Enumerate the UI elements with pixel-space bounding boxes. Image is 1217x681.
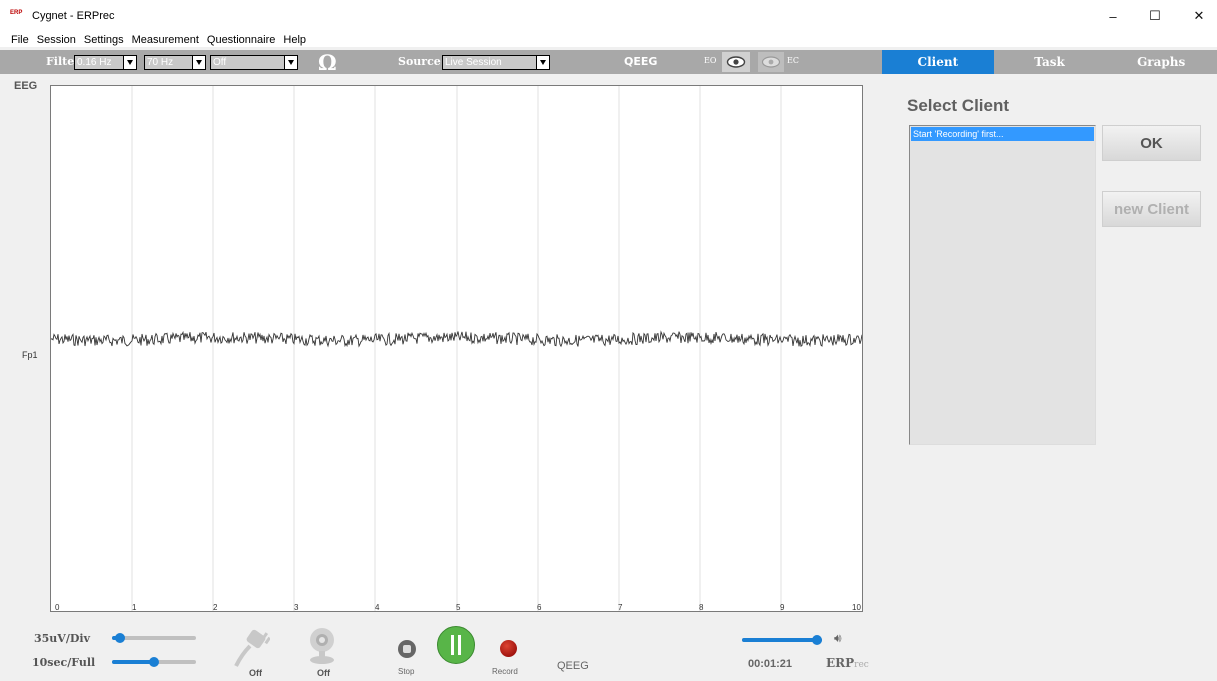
- chevron-down-icon: [536, 56, 549, 69]
- notch-filter-value: Off: [213, 57, 227, 68]
- title-bar: ERP Cygnet - ERPrec – ☐ ✕: [0, 0, 1217, 32]
- menu-session[interactable]: Session: [33, 34, 80, 46]
- filter-low-value: 0.16 Hz: [77, 57, 112, 68]
- eyes-closed-label: EC: [787, 56, 799, 65]
- time-scale-handle[interactable]: [149, 657, 159, 667]
- time-scale-slider[interactable]: [112, 657, 196, 667]
- eyes-open-eye-icon[interactable]: [722, 52, 750, 72]
- record-label: Record: [492, 667, 518, 676]
- time-tick: 0: [55, 603, 60, 612]
- source-value: Live Session: [445, 57, 502, 68]
- filter-high-select[interactable]: 70 Hz: [144, 55, 206, 70]
- pause-icon-bar: [458, 635, 461, 655]
- volume-slider[interactable]: [742, 635, 822, 645]
- stop-label: Stop: [398, 667, 415, 676]
- time-tick: 6: [537, 603, 542, 612]
- notch-filter-select[interactable]: Off: [210, 55, 298, 70]
- time-tick: 8: [699, 603, 704, 612]
- app-logo-icon: ERP: [10, 10, 23, 16]
- menu-measurement[interactable]: Measurement: [128, 34, 203, 46]
- toolbar: Filter 0.16 Hz 70 Hz Off Ω Source Live S…: [0, 50, 882, 75]
- filter-high-value: 70 Hz: [147, 57, 174, 68]
- amplifier-plug-icon[interactable]: [234, 628, 271, 673]
- panel-tabs: Client Task Graphs: [882, 50, 1217, 74]
- eeg-trace-canvas: [50, 86, 863, 611]
- amplitude-scale-slider[interactable]: [112, 633, 196, 643]
- brand-sub: rec: [854, 660, 869, 670]
- menu-questionnaire[interactable]: Questionnaire: [203, 34, 280, 46]
- tab-graphs[interactable]: Graphs: [1105, 50, 1217, 74]
- stop-button[interactable]: [398, 640, 416, 658]
- menu-settings[interactable]: Settings: [80, 34, 128, 46]
- source-label: Source: [398, 55, 441, 68]
- pause-button[interactable]: [437, 626, 475, 664]
- new-client-button[interactable]: new Client: [1102, 191, 1201, 227]
- window-title: Cygnet - ERPrec: [32, 10, 115, 22]
- close-button[interactable]: ✕: [1176, 0, 1217, 32]
- brand-logo: ERPrec: [826, 656, 869, 670]
- tab-task[interactable]: Task: [993, 50, 1106, 74]
- qeeg-mode-label: QEEG: [624, 55, 658, 68]
- app-window: ERP Cygnet - ERPrec – ☐ ✕ File Session S…: [0, 0, 1217, 681]
- menu-help[interactable]: Help: [279, 34, 310, 46]
- time-tick: 4: [375, 603, 380, 612]
- eeg-title: EEG: [14, 80, 38, 92]
- time-tick: 3: [294, 603, 299, 612]
- volume-fill: [742, 638, 822, 642]
- client-list[interactable]: Start 'Recording' first...: [909, 125, 1096, 445]
- eyes-open-label: EO: [704, 56, 717, 65]
- webcam-icon[interactable]: [306, 626, 338, 671]
- camera-status: Off: [317, 668, 330, 678]
- time-tick: 5: [456, 603, 461, 612]
- time-scale-fill: [112, 660, 154, 664]
- session-timer: 00:01:21: [748, 658, 793, 670]
- time-tick: 1: [132, 603, 137, 612]
- brand-main: ERP: [826, 656, 855, 670]
- chevron-down-icon: [123, 56, 136, 69]
- time-scale-label: 10sec/Full: [32, 656, 96, 669]
- amplitude-scale-handle[interactable]: [115, 633, 125, 643]
- amplifier-status: Off: [249, 668, 262, 678]
- channel-label-fp1: Fp1: [22, 350, 38, 360]
- chevron-down-icon: [192, 56, 205, 69]
- time-tick: 2: [213, 603, 218, 612]
- filter-low-select[interactable]: 0.16 Hz: [74, 55, 137, 70]
- record-button[interactable]: [500, 640, 517, 657]
- time-tick: 7: [618, 603, 623, 612]
- tab-client[interactable]: Client: [882, 50, 994, 74]
- amplitude-scale-label: 35uV/Div: [34, 632, 90, 645]
- volume-handle[interactable]: [812, 635, 822, 645]
- select-client-title: Select Client: [907, 96, 1010, 115]
- time-tick: 10: [852, 603, 861, 612]
- time-tick: 9: [780, 603, 785, 612]
- ok-button[interactable]: OK: [1102, 125, 1201, 161]
- minimize-button[interactable]: –: [1090, 0, 1136, 32]
- mode-label: QEEG: [557, 660, 589, 672]
- source-select[interactable]: Live Session: [442, 55, 550, 70]
- menu-file[interactable]: File: [0, 34, 33, 46]
- speaker-icon[interactable]: 🔊︎: [834, 631, 842, 646]
- eyes-closed-eye-icon[interactable]: [758, 52, 784, 72]
- pause-icon: [451, 635, 454, 655]
- list-item[interactable]: Start 'Recording' first...: [911, 127, 1094, 141]
- omega-icon[interactable]: Ω: [318, 50, 337, 75]
- maximize-button[interactable]: ☐: [1132, 0, 1178, 32]
- menu-bar: File Session Settings Measurement Questi…: [0, 32, 1217, 47]
- chevron-down-icon: [284, 56, 297, 69]
- eeg-plot[interactable]: 0 1 2 3 4 5 6 7 8 9 10: [50, 85, 863, 612]
